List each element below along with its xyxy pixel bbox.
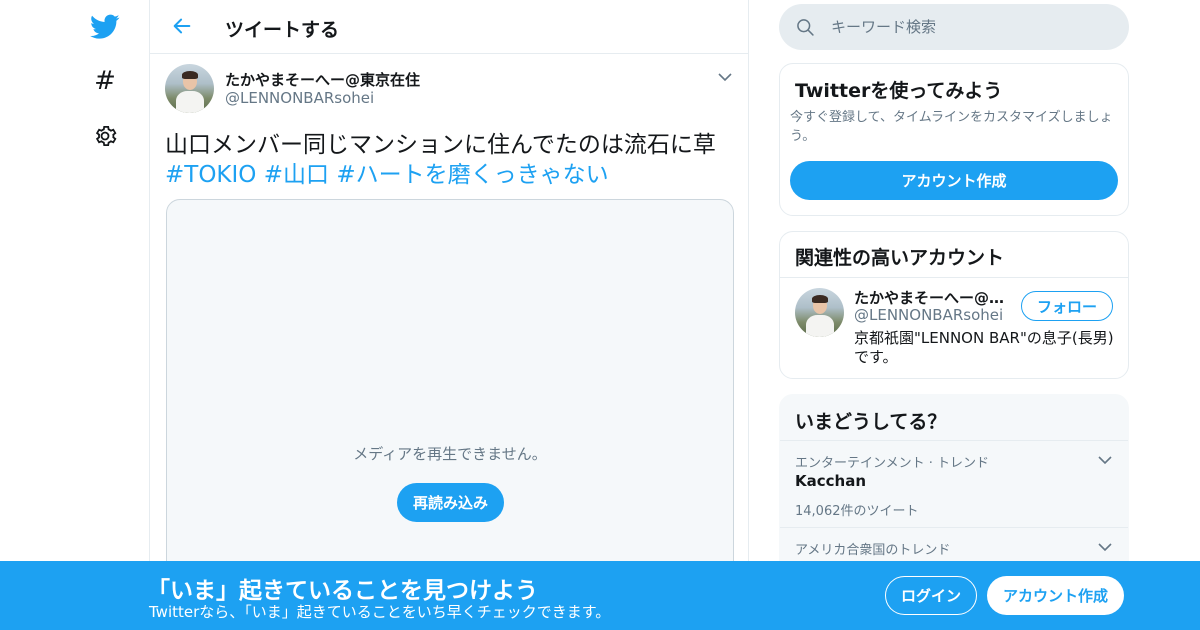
trend-category: エンターテインメント · トレンド xyxy=(795,456,990,471)
hashtag-link[interactable]: #山口 xyxy=(264,162,329,188)
hashtag-link[interactable]: #TOKIO xyxy=(165,162,256,188)
left-navigation: # xyxy=(0,0,150,630)
trends-card-title: いまどうしてる？ xyxy=(795,411,947,433)
back-arrow-icon[interactable] xyxy=(168,12,196,40)
gear-icon[interactable] xyxy=(88,119,122,153)
login-button[interactable]: ログイン xyxy=(885,576,977,615)
search-input[interactable] xyxy=(831,18,1111,36)
trend-name: Kacchan xyxy=(795,472,867,490)
divider xyxy=(780,277,1128,278)
hashtag-link[interactable]: #ハートを磨くっきゃない xyxy=(336,162,608,188)
twitter-bird-icon[interactable] xyxy=(88,10,122,44)
signup-description: 今すぐ登録して、タイムラインをカスタマイズしましょう。 xyxy=(790,110,1113,144)
chevron-down-icon[interactable] xyxy=(716,68,734,86)
tweet-body: 山口メンバー同じマンションに住んでたのは流石に草 xyxy=(165,132,716,158)
page-title: ツイートする xyxy=(225,19,340,41)
media-error-message: メディアを再生できません。 xyxy=(353,445,547,463)
hashtag-icon[interactable]: # xyxy=(88,64,122,98)
search-icon xyxy=(779,4,831,50)
chevron-down-icon[interactable] xyxy=(1096,538,1114,556)
media-player: メディアを再生できません。 再読み込み xyxy=(166,199,734,599)
chevron-down-icon[interactable] xyxy=(1096,451,1114,469)
trend-category: アメリカ合衆国のトレンド xyxy=(795,543,951,558)
signup-card: Twitterを使ってみよう 今すぐ登録して、タイムラインをカスタマイズしましょ… xyxy=(779,63,1129,216)
trend-item[interactable]: エンターテインメント · トレンド Kacchan 14,062件のツイート xyxy=(780,440,1128,527)
page-header: ツイートする xyxy=(150,0,748,54)
trend-count: 14,062件のツイート xyxy=(795,504,919,519)
avatar[interactable] xyxy=(795,288,844,337)
related-account-name[interactable]: たかやまそーへー@東京在住 xyxy=(854,287,1009,308)
related-card-title: 関連性の高いアカウント xyxy=(795,247,1005,269)
main-column: ツイートする たかやまそーへー@東京在住 @LENNONBARsohei 山口メ… xyxy=(149,0,749,630)
tweet-text: 山口メンバー同じマンションに住んでたのは流石に草 #TOKIO #山口 #ハート… xyxy=(165,130,740,190)
banner-title: 「いま」起きていることを見つけよう xyxy=(147,578,538,604)
author-name[interactable]: たかやまそーへー@東京在住 xyxy=(225,69,420,90)
signup-card-title: Twitterを使ってみよう xyxy=(795,80,1003,102)
avatar[interactable] xyxy=(165,64,214,113)
reload-button[interactable]: 再読み込み xyxy=(397,483,504,522)
create-account-button[interactable]: アカウント作成 xyxy=(987,576,1124,615)
search-bar xyxy=(779,4,1129,50)
create-account-button[interactable]: アカウント作成 xyxy=(790,161,1118,200)
banner-subtitle: Twitterなら、「いま」起きていることをいち早くチェックできます。 xyxy=(149,603,611,621)
related-account-bio: 京都祇園"LENNON BAR"の息子(長男)です。 xyxy=(854,329,1114,366)
signup-banner: 「いま」起きていることを見つけよう Twitterなら、「いま」起きていることを… xyxy=(0,561,1200,630)
follow-button[interactable]: フォロー xyxy=(1021,291,1113,321)
related-account-handle[interactable]: @LENNONBARsohei xyxy=(854,306,1003,324)
author-handle[interactable]: @LENNONBARsohei xyxy=(225,89,374,107)
tweet-hashtags: #TOKIO #山口 #ハートを磨くっきゃない xyxy=(165,160,740,190)
related-accounts-card: 関連性の高いアカウント たかやまそーへー@東京在住 @LENNONBARsohe… xyxy=(779,231,1129,379)
